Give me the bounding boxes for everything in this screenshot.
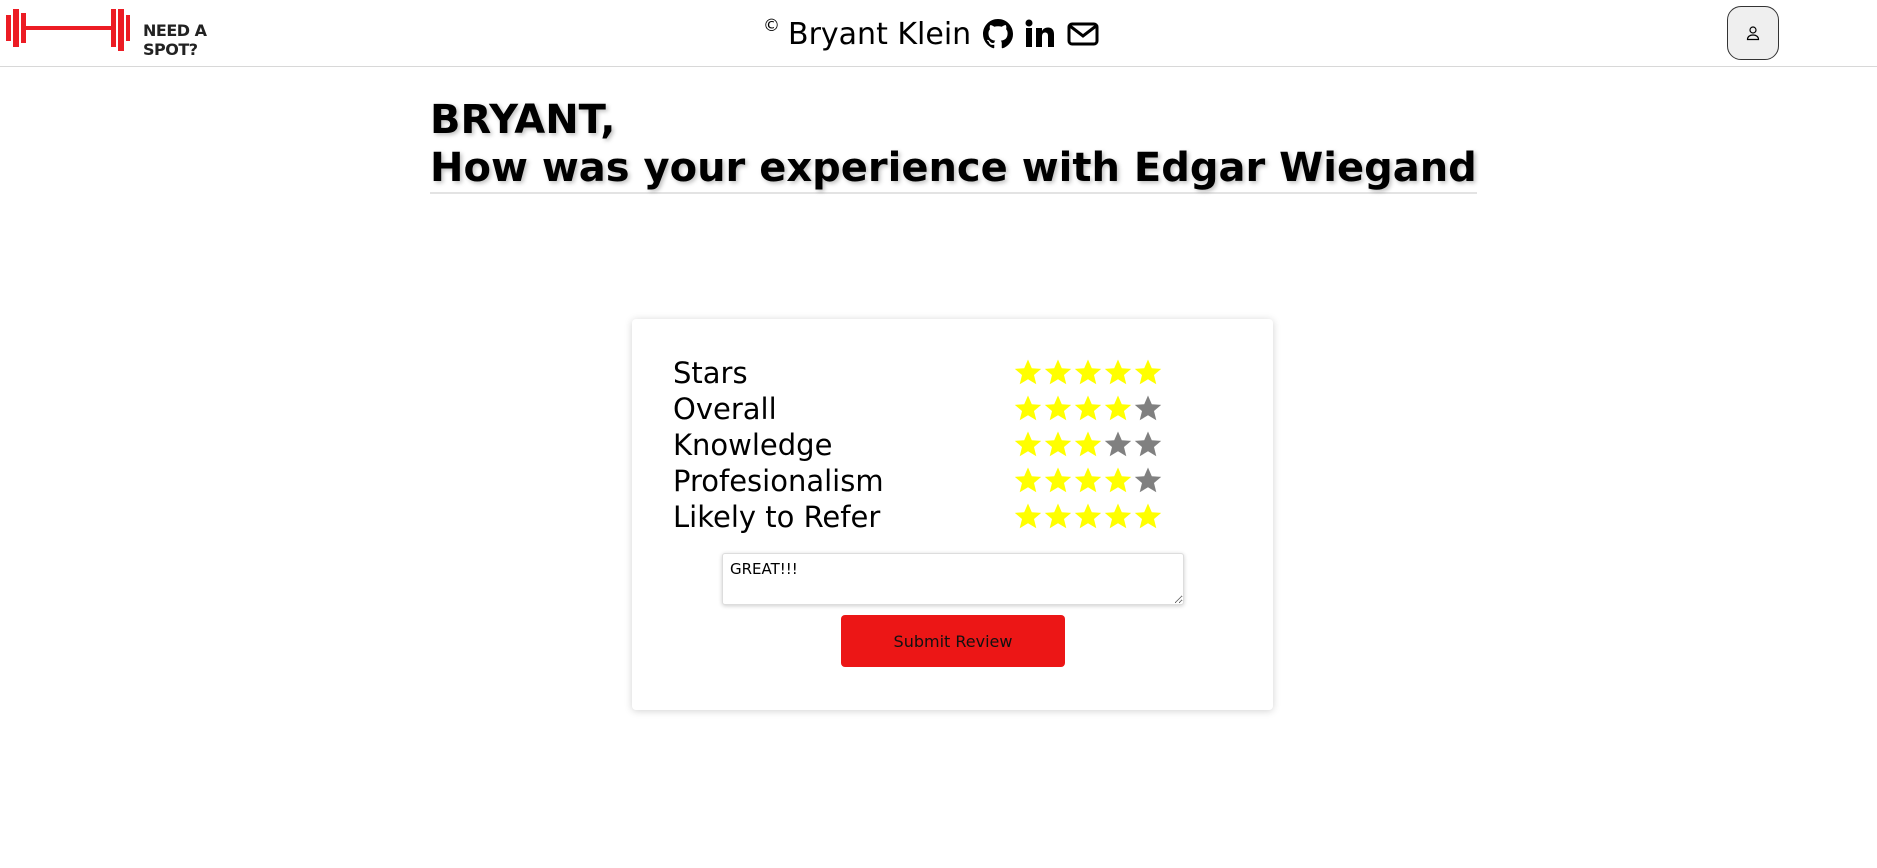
star-filled-icon[interactable]: [1103, 502, 1133, 532]
star-filled-icon[interactable]: [1013, 358, 1043, 388]
star-filled-icon[interactable]: [1103, 394, 1133, 424]
star-filled-icon[interactable]: [1073, 358, 1103, 388]
copyright-symbol: ©: [763, 16, 780, 36]
star-filled-icon[interactable]: [1073, 502, 1103, 532]
rating-label: Profesionalism: [673, 464, 884, 498]
star-filled-icon[interactable]: [1133, 502, 1163, 532]
brand-name: NEED A SPOT?: [143, 21, 207, 59]
star-empty-icon[interactable]: [1133, 394, 1163, 424]
star-filled-icon[interactable]: [1013, 430, 1043, 460]
star-filled-icon[interactable]: [1013, 502, 1043, 532]
greeting: BRYANT,: [430, 97, 616, 143]
review-card: Stars Overall Knowledge Profesionalism Likel…: [632, 319, 1273, 710]
star-empty-icon[interactable]: [1103, 430, 1133, 460]
star-filled-icon[interactable]: [1103, 466, 1133, 496]
star-filled-icon[interactable]: [1043, 394, 1073, 424]
star-filled-icon[interactable]: [1043, 430, 1073, 460]
star-empty-icon[interactable]: [1133, 466, 1163, 496]
rating-row: Knowledge: [673, 427, 1233, 463]
star-filled-icon[interactable]: [1013, 394, 1043, 424]
rating-label: Likely to Refer: [673, 500, 881, 534]
star-filled-icon[interactable]: [1073, 394, 1103, 424]
page-title: BRYANT, How was your experience with Edg…: [430, 96, 1477, 194]
author-name: Bryant Klein: [788, 16, 972, 52]
star-filled-icon[interactable]: [1013, 466, 1043, 496]
mail-icon[interactable]: [1067, 19, 1099, 49]
star-filled-icon[interactable]: [1133, 358, 1163, 388]
star-filled-icon[interactable]: [1073, 466, 1103, 496]
github-icon[interactable]: [983, 19, 1014, 49]
rating-row: Stars: [673, 355, 1233, 391]
review-comment-input[interactable]: [722, 553, 1184, 605]
star-filled-icon[interactable]: [1043, 358, 1073, 388]
star-filled-icon[interactable]: [1073, 430, 1103, 460]
top-navbar: NEED A SPOT? © Bryant Klein: [0, 0, 1877, 67]
barbell-icon: [6, 9, 130, 51]
star-empty-icon[interactable]: [1133, 430, 1163, 460]
user-menu-button[interactable]: [1727, 6, 1779, 60]
rating-label: Overall: [673, 392, 777, 426]
star-rating[interactable]: [1013, 394, 1163, 424]
rating-row: Likely to Refer: [673, 499, 1233, 535]
rating-row: Overall: [673, 391, 1233, 427]
star-rating[interactable]: [1013, 358, 1163, 388]
author-credit: © Bryant Klein: [763, 14, 1099, 54]
brand-logo[interactable]: NEED A SPOT?: [6, 5, 256, 59]
review-question: How was your experience with Edgar Wiega…: [430, 145, 1477, 191]
submit-review-button[interactable]: Submit Review: [841, 615, 1065, 667]
user-icon: [1746, 26, 1760, 41]
rating-label: Stars: [673, 356, 748, 390]
star-filled-icon[interactable]: [1043, 466, 1073, 496]
rating-row: Profesionalism: [673, 463, 1233, 499]
star-rating[interactable]: [1013, 430, 1163, 460]
rating-label: Knowledge: [673, 428, 833, 462]
star-filled-icon[interactable]: [1043, 502, 1073, 532]
star-rating[interactable]: [1013, 466, 1163, 496]
star-filled-icon[interactable]: [1103, 358, 1133, 388]
linkedin-icon[interactable]: [1025, 19, 1055, 49]
star-rating[interactable]: [1013, 502, 1163, 532]
